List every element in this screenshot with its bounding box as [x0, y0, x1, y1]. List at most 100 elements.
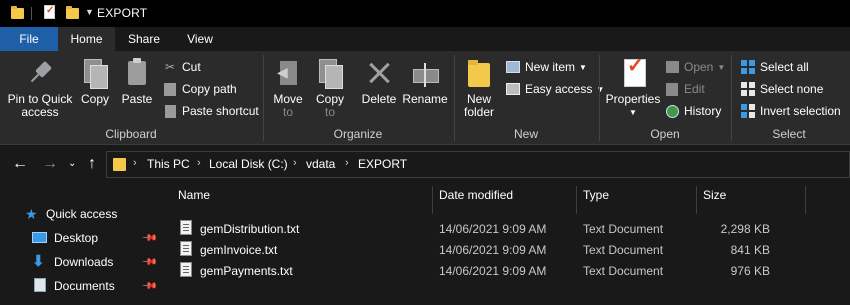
scissors-icon: ✂ — [164, 60, 176, 74]
navigation-pane: ★ Quick access Desktop 📌 ⬇ Downloads 📌 D… — [0, 182, 165, 305]
copy-icon — [79, 57, 111, 89]
file-date-modified: 14/06/2021 9:09 AM — [439, 264, 547, 278]
history-button[interactable]: History — [664, 101, 721, 121]
sidebar-item-documents[interactable]: Documents 📌 — [0, 275, 165, 297]
back-arrow-icon[interactable]: ← — [12, 155, 28, 173]
ribbon: Pin to Quick access Copy Paste ✂ Cut Cop… — [0, 51, 850, 145]
column-header-size[interactable]: Size — [703, 188, 726, 212]
cut-button[interactable]: ✂ Cut — [162, 57, 201, 77]
text-file-icon — [180, 220, 192, 235]
copy-path-button[interactable]: Copy path — [162, 79, 237, 99]
clipboard-group-label: Clipboard — [105, 127, 157, 141]
column-divider[interactable] — [576, 186, 577, 214]
properties-label: Properties — [605, 92, 661, 106]
pin-to-quick-access-button[interactable]: Pin to Quick access — [4, 57, 76, 119]
cut-label: Cut — [182, 60, 201, 74]
open-group-label: Open — [650, 127, 680, 141]
chevron-right-icon[interactable]: › — [197, 157, 201, 169]
breadcrumb-local-disk[interactable]: Local Disk (C:) — [209, 157, 288, 171]
text-file-icon — [180, 241, 192, 256]
group-new: New folder New item ▼ Easy access ▼ New — [455, 51, 604, 145]
invert-selection-label: Invert selection — [760, 104, 841, 118]
properties-quick-icon[interactable] — [44, 5, 55, 19]
pin-icon[interactable]: 📌 — [141, 254, 158, 271]
column-divider[interactable] — [696, 186, 697, 214]
table-row[interactable]: gemPayments.txt 14/06/2021 9:09 AM Text … — [165, 260, 805, 281]
chevron-down-icon: ▼ — [717, 62, 726, 72]
breadcrumb-this-pc[interactable]: This PC — [147, 157, 190, 171]
title-separator — [31, 7, 32, 20]
copy-path-label: Copy path — [182, 82, 237, 96]
tab-share[interactable]: Share — [119, 27, 169, 51]
paste-shortcut-button[interactable]: Paste shortcut — [162, 101, 259, 121]
delete-icon — [363, 57, 395, 89]
group-open: Properties ▼ Open ▼ Edit History Open — [600, 51, 730, 145]
sidebar-item-desktop[interactable]: Desktop 📌 — [0, 227, 165, 249]
open-button[interactable]: Open ▼ — [664, 57, 725, 77]
new-folder-quick-icon[interactable] — [66, 6, 79, 19]
pin-icon[interactable]: 📌 — [141, 278, 158, 295]
sidebar-item-label: Documents — [54, 279, 115, 293]
select-all-button[interactable]: Select all — [740, 57, 809, 77]
breadcrumb-export[interactable]: EXPORT — [358, 157, 407, 171]
properties-icon — [617, 57, 649, 89]
select-none-icon — [740, 81, 756, 97]
tab-home[interactable]: Home — [58, 27, 115, 51]
pin-icon[interactable]: 📌 — [141, 230, 158, 247]
move-to-button[interactable]: Move to — [270, 57, 306, 119]
tab-file[interactable]: File — [0, 27, 58, 51]
rename-button[interactable]: Rename — [402, 57, 448, 106]
paste-button[interactable]: Paste — [118, 57, 156, 106]
invert-selection-button[interactable]: Invert selection — [740, 101, 841, 121]
column-header-type[interactable]: Type — [583, 188, 609, 212]
new-folder-button[interactable]: New folder — [461, 57, 497, 119]
column-divider[interactable] — [805, 186, 806, 214]
recent-locations-chevron-icon[interactable]: ⌄ — [68, 158, 76, 169]
column-divider[interactable] — [432, 186, 433, 214]
history-label: History — [684, 104, 722, 118]
up-arrow-icon[interactable]: ↑ — [88, 155, 96, 173]
window-title: EXPORT — [97, 6, 148, 20]
table-row[interactable]: gemInvoice.txt 14/06/2021 9:09 AM Text D… — [165, 239, 805, 260]
table-row[interactable]: gemDistribution.txt 14/06/2021 9:09 AM T… — [165, 218, 805, 239]
new-item-label: New item — [525, 60, 576, 74]
customize-quick-access-icon[interactable]: ▼ — [85, 7, 94, 17]
properties-button[interactable]: Properties ▼ — [604, 57, 662, 119]
organize-group-label: Organize — [333, 127, 383, 141]
column-header-name[interactable]: Name — [178, 188, 210, 212]
breadcrumb-vdata[interactable]: vdata — [306, 157, 335, 171]
sidebar-item-quick-access[interactable]: ★ Quick access — [0, 203, 165, 225]
folder-icon — [11, 6, 24, 19]
delete-button[interactable]: Delete — [360, 57, 398, 106]
folder-icon — [113, 158, 126, 171]
file-type: Text Document — [583, 264, 664, 278]
easy-access-button[interactable]: Easy access ▼ — [505, 79, 604, 99]
file-date-modified: 14/06/2021 9:09 AM — [439, 243, 547, 257]
group-select: Select all Select none Invert selection … — [732, 51, 846, 145]
group-organize: Move to Copy to Delete Rename Organize — [264, 51, 452, 145]
new-item-icon — [505, 59, 521, 75]
paste-shortcut-icon — [162, 103, 178, 119]
delete-label: Delete — [361, 92, 397, 106]
new-folder-icon — [463, 57, 495, 89]
chevron-right-icon[interactable]: › — [293, 157, 297, 169]
pin-label-line2: access — [21, 105, 59, 119]
sidebar-item-label: Downloads — [54, 255, 114, 269]
copy-button[interactable]: Copy — [78, 57, 112, 106]
star-icon: ★ — [25, 206, 38, 222]
move-to-icon — [272, 57, 304, 89]
sidebar-item-downloads[interactable]: ⬇ Downloads 📌 — [0, 251, 165, 273]
new-item-button[interactable]: New item ▼ — [505, 57, 587, 77]
chevron-right-icon[interactable]: › — [133, 157, 137, 169]
edit-button[interactable]: Edit — [664, 79, 705, 99]
select-none-button[interactable]: Select none — [740, 79, 823, 99]
chevron-right-icon[interactable]: › — [345, 157, 349, 169]
copy-to-button[interactable]: Copy to — [312, 57, 348, 119]
sidebar-item-label: Quick access — [46, 207, 118, 221]
column-header-date-modified[interactable]: Date modified — [439, 188, 513, 212]
tab-view[interactable]: View — [175, 27, 225, 51]
paste-label: Paste — [121, 92, 153, 106]
address-bar[interactable]: › This PC › Local Disk (C:) › vdata › EX… — [106, 151, 850, 178]
copy-to-icon — [314, 57, 346, 89]
forward-arrow-icon[interactable]: → — [42, 155, 58, 173]
